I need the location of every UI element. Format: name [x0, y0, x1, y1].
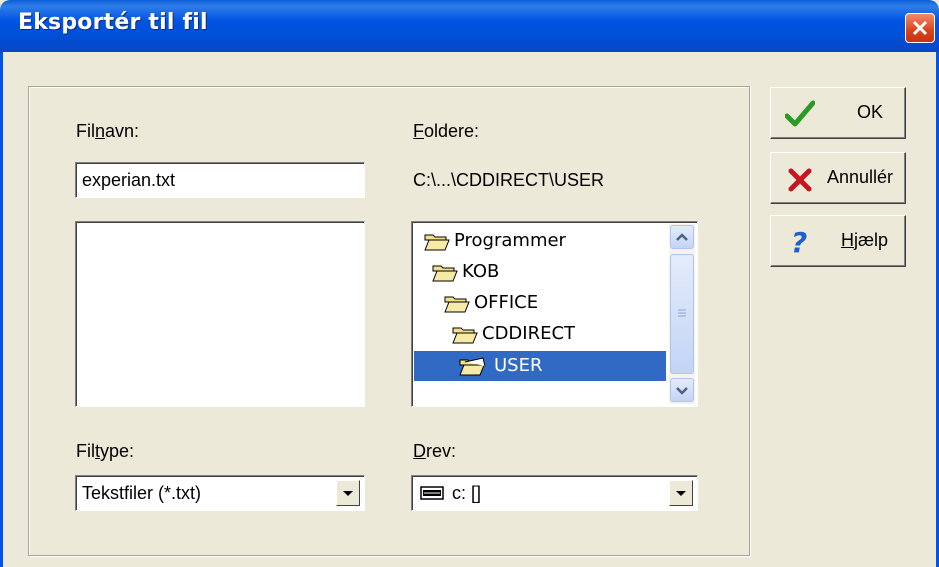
- open-folder-selected-icon: [459, 357, 486, 376]
- filetype-value: Tekstfiler (*.txt): [82, 483, 202, 503]
- cancel-button-label: Annullér: [827, 167, 894, 187]
- help-button[interactable]: ? Hjælp: [770, 215, 906, 267]
- checkmark-icon: [785, 100, 815, 127]
- folder-item-label: Programmer: [454, 230, 566, 251]
- chevron-down-icon: [676, 387, 688, 395]
- folder-item-label: USER: [494, 355, 543, 376]
- title-bar[interactable]: Eksportér til fil: [0, 0, 939, 52]
- folder-tree[interactable]: Programmer KOB OFFICE CDDIRECT USER: [411, 221, 698, 407]
- scroll-down-button[interactable]: [670, 378, 694, 402]
- drive-label: Drev:: [413, 441, 457, 461]
- scroll-up-button[interactable]: [670, 225, 694, 249]
- ok-button[interactable]: OK: [770, 87, 906, 139]
- open-folder-icon: [432, 265, 458, 282]
- folder-item-label: CDDIRECT: [482, 323, 576, 344]
- drive-icon: [420, 486, 444, 500]
- drive-select[interactable]: c: []: [411, 475, 698, 511]
- filename-input[interactable]: experian.txt: [75, 162, 365, 198]
- window-frame-left: [0, 52, 3, 567]
- folder-item[interactable]: KOB: [432, 257, 632, 287]
- filetype-label: Filtype:: [76, 441, 135, 461]
- close-button[interactable]: [905, 13, 935, 43]
- cross-icon: [788, 168, 812, 192]
- folder-scrollbar[interactable]: [669, 224, 695, 404]
- help-icon: ?: [791, 226, 807, 258]
- cancel-button[interactable]: Annullér: [770, 152, 906, 204]
- folder-item[interactable]: OFFICE: [444, 288, 644, 318]
- close-icon: [912, 20, 928, 36]
- svg-text:?: ?: [791, 226, 807, 258]
- filename-label: Filnavn:: [76, 121, 140, 141]
- dropdown-arrow-icon: [343, 491, 353, 496]
- folder-item[interactable]: CDDIRECT: [452, 319, 652, 349]
- dropdown-arrow-icon: [676, 491, 686, 496]
- folder-item-label: KOB: [462, 261, 500, 282]
- help-button-label: Hjælp: [841, 230, 889, 250]
- file-list[interactable]: [75, 221, 365, 407]
- scroll-thumb[interactable]: [670, 254, 694, 374]
- dialog-title: Eksportér til fil: [18, 10, 208, 35]
- folder-item[interactable]: Programmer: [424, 226, 664, 256]
- open-folder-icon: [444, 296, 470, 313]
- chevron-up-icon: [676, 233, 688, 241]
- open-folder-icon: [424, 234, 450, 251]
- drive-value: c: []: [452, 483, 482, 503]
- folder-item-label: OFFICE: [474, 292, 539, 313]
- filetype-select[interactable]: Tekstfiler (*.txt): [75, 475, 365, 511]
- folder-item-selected[interactable]: USER: [414, 351, 666, 381]
- drive-dropdown-button[interactable]: [669, 480, 693, 506]
- filename-value: experian.txt: [82, 170, 176, 190]
- grip-icon: [678, 309, 686, 317]
- current-folder-path: C:\...\CDDIRECT\USER: [413, 170, 605, 190]
- ok-button-label: OK: [857, 102, 884, 122]
- open-folder-icon: [452, 327, 478, 344]
- filetype-dropdown-button[interactable]: [336, 480, 360, 506]
- folders-label: Foldere:: [413, 121, 480, 141]
